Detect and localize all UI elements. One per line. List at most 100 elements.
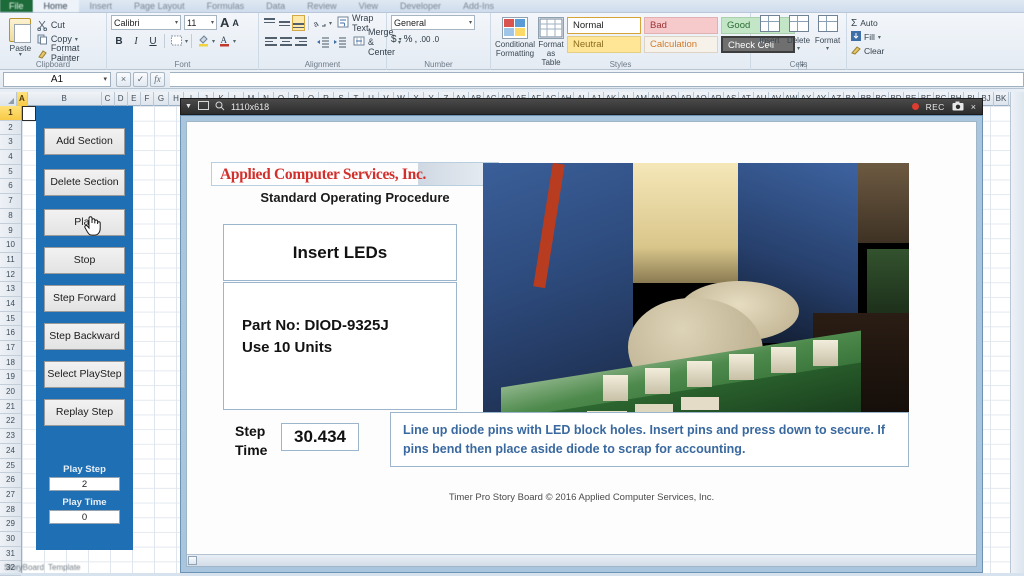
enter-formula-button[interactable]: ✓ <box>133 72 148 87</box>
increase-indent-button[interactable] <box>332 34 348 50</box>
shrink-font-button[interactable]: A <box>232 18 239 28</box>
row-header-25[interactable]: 25 <box>0 459 21 474</box>
tab-developer[interactable]: Developer <box>389 0 452 12</box>
step-backward-button[interactable]: Step Backward <box>44 323 125 350</box>
chevron-down-icon[interactable]: ▾ <box>233 38 236 45</box>
decrease-decimal-button[interactable]: .0 <box>432 35 439 44</box>
column-header-b[interactable]: B <box>28 92 102 106</box>
row-header-5[interactable]: 5 <box>0 165 21 180</box>
tab-formulas[interactable]: Formulas <box>196 0 256 12</box>
active-cell-a1[interactable] <box>22 106 36 121</box>
zoom-icon[interactable] <box>215 101 225 113</box>
borders-button[interactable] <box>168 33 184 49</box>
sheet-tab-template[interactable]: Template <box>48 563 80 572</box>
tab-addins[interactable]: Add-Ins <box>452 0 505 12</box>
row-header-10[interactable]: 10 <box>0 238 21 253</box>
tab-data[interactable]: Data <box>255 0 296 12</box>
autosum-button[interactable]: Σ Auto <box>851 16 903 30</box>
grow-font-button[interactable]: A <box>220 15 229 30</box>
add-section-button[interactable]: Add Section <box>44 128 125 155</box>
fill-button[interactable]: Fill ▾ <box>851 30 903 44</box>
row-header-22[interactable]: 22 <box>0 414 21 429</box>
close-icon[interactable]: × <box>971 102 976 112</box>
decrease-indent-button[interactable] <box>315 34 331 50</box>
chevron-down-icon[interactable]: ▾ <box>878 34 881 41</box>
column-header-d[interactable]: D <box>115 92 128 106</box>
vertical-scrollbar[interactable] <box>1010 92 1024 573</box>
font-family-select[interactable]: Calibri <box>111 15 181 30</box>
row-header-8[interactable]: 8 <box>0 209 21 224</box>
cancel-formula-button[interactable]: × <box>116 72 131 87</box>
align-center-button[interactable] <box>279 34 293 50</box>
fill-color-button[interactable] <box>195 33 211 49</box>
font-size-select[interactable]: 11 <box>184 15 217 30</box>
align-left-button[interactable] <box>263 34 278 50</box>
window-frame-icon[interactable] <box>198 101 209 112</box>
cell-style-calculation[interactable]: Calculation <box>644 36 718 53</box>
cell-style-neutral[interactable]: Neutral <box>567 36 641 53</box>
row-header-2[interactable]: 2 <box>0 121 21 136</box>
row-header-29[interactable]: 29 <box>0 517 21 532</box>
sheet-tab-storyboard[interactable]: StoryBoard <box>4 563 44 572</box>
tab-view[interactable]: View <box>348 0 389 12</box>
comma-button[interactable]: , <box>414 34 417 45</box>
recorder-title-bar[interactable]: ▼ 1110x618 REC × <box>180 98 983 115</box>
row-header-21[interactable]: 21 <box>0 400 21 415</box>
bold-button[interactable]: B <box>111 33 127 49</box>
cell-style-normal[interactable]: Normal <box>567 17 641 34</box>
row-header-7[interactable]: 7 <box>0 194 21 209</box>
chevron-down-icon[interactable]: ▾ <box>755 45 784 52</box>
row-header-4[interactable]: 4 <box>0 150 21 165</box>
currency-button[interactable]: $ <box>391 34 397 45</box>
row-header-1[interactable]: 1 <box>0 106 21 121</box>
play-time-value[interactable]: 0 <box>49 510 120 524</box>
row-header-17[interactable]: 17 <box>0 341 21 356</box>
number-format-select[interactable]: General <box>391 15 475 30</box>
format-painter-button[interactable]: Format Painter <box>37 46 102 60</box>
chevron-down-icon[interactable]: ▼ <box>185 103 192 110</box>
row-header-9[interactable]: 9 <box>0 224 21 239</box>
row-header-24[interactable]: 24 <box>0 444 21 459</box>
formula-input[interactable] <box>170 72 1024 87</box>
italic-button[interactable]: I <box>128 33 144 49</box>
row-header-11[interactable]: 11 <box>0 253 21 268</box>
tab-insert[interactable]: Insert <box>79 0 124 12</box>
row-header-15[interactable]: 15 <box>0 312 21 327</box>
column-header-a[interactable]: A <box>17 92 28 106</box>
tab-review[interactable]: Review <box>296 0 348 12</box>
row-header-20[interactable]: 20 <box>0 385 21 400</box>
stop-button[interactable]: Stop <box>44 247 125 274</box>
delete-section-button[interactable]: Delete Section <box>44 169 125 196</box>
row-header-28[interactable]: 28 <box>0 503 21 518</box>
recorder-horizontal-scrollbar[interactable] <box>187 554 976 566</box>
align-top-button[interactable] <box>263 15 276 31</box>
chevron-down-icon[interactable]: ▾ <box>329 20 332 27</box>
column-header-c[interactable]: C <box>102 92 115 106</box>
tab-page-layout[interactable]: Page Layout <box>123 0 196 12</box>
chevron-down-icon[interactable]: ▾ <box>784 45 813 52</box>
align-bottom-button[interactable] <box>292 15 305 31</box>
camera-icon[interactable] <box>952 101 964 113</box>
chevron-down-icon[interactable]: ▾ <box>399 36 402 43</box>
select-playstep-button[interactable]: Select PlayStep <box>44 361 125 388</box>
tab-home[interactable]: Home <box>33 0 79 12</box>
row-header-3[interactable]: 3 <box>0 135 21 150</box>
orientation-button[interactable]: a <box>312 15 328 31</box>
row-header-19[interactable]: 19 <box>0 370 21 385</box>
play-step-value[interactable]: 2 <box>49 477 120 491</box>
row-header-30[interactable]: 30 <box>0 532 21 547</box>
row-header-6[interactable]: 6 <box>0 179 21 194</box>
underline-button[interactable]: U <box>145 33 161 49</box>
column-header-g[interactable]: G <box>154 92 169 106</box>
cell-style-bad[interactable]: Bad <box>644 17 718 34</box>
increase-decimal-button[interactable]: .00 <box>419 35 430 44</box>
select-all-button[interactable] <box>0 92 17 106</box>
chevron-down-icon[interactable]: ▾ <box>212 38 215 45</box>
clear-button[interactable]: Clear <box>851 44 903 58</box>
column-header-bk[interactable]: BK <box>994 92 1009 106</box>
cut-button[interactable]: Cut <box>37 18 102 32</box>
percent-button[interactable]: % <box>404 34 413 45</box>
align-middle-button[interactable] <box>277 15 290 31</box>
row-header-31[interactable]: 31 <box>0 547 21 562</box>
align-right-button[interactable] <box>294 34 309 50</box>
